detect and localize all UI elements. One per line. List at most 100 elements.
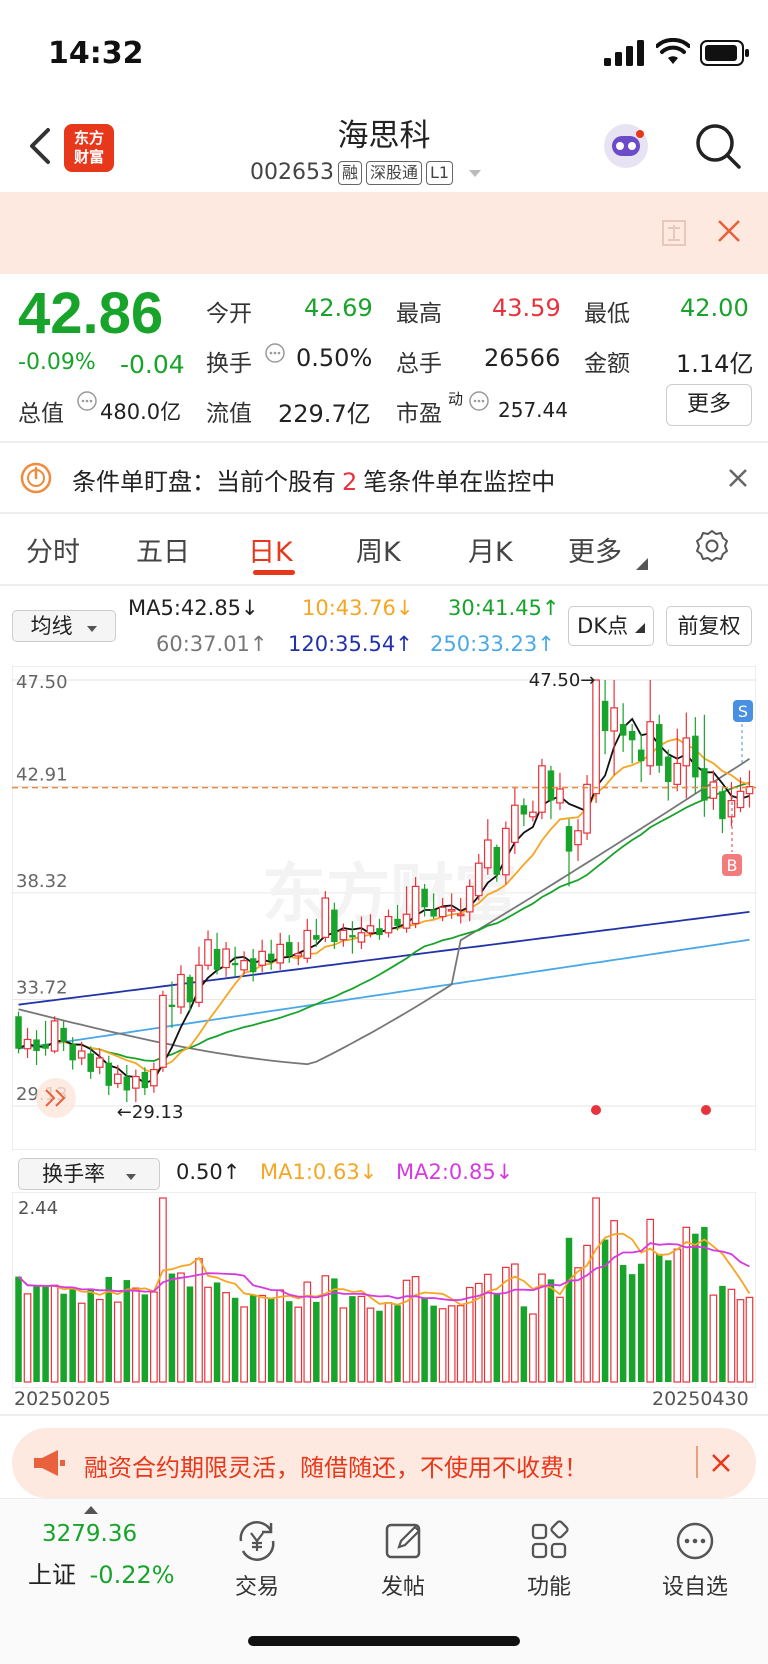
turnover-bar-chart[interactable]: 2.44 — [12, 1192, 756, 1388]
active-tab-indicator — [253, 570, 295, 575]
settings-gear-icon[interactable] — [694, 528, 730, 564]
candle-body — [665, 756, 672, 783]
close-banner-icon[interactable] — [714, 216, 744, 246]
tab-intraday[interactable]: 分时 — [26, 530, 80, 569]
tab-daily-k[interactable]: 日K — [248, 530, 293, 569]
turnover-bar — [692, 1233, 699, 1382]
candle-body — [150, 1068, 158, 1087]
turnover-bar — [87, 1288, 94, 1382]
tab-five-day[interactable]: 五日 — [136, 530, 190, 569]
candle — [501, 821, 510, 885]
info-dots-icon[interactable] — [468, 390, 490, 412]
candle-body — [655, 724, 663, 766]
expand-chevron-icon[interactable] — [36, 1078, 76, 1118]
float-value: 229.7亿 — [278, 400, 371, 428]
turnover-bar — [637, 1263, 645, 1382]
robot-assistant-icon[interactable] — [600, 120, 652, 172]
high-label: 最高 — [396, 301, 442, 327]
candle-body — [87, 1053, 94, 1072]
clock-target-icon — [20, 462, 52, 494]
turnover-bar — [592, 1197, 600, 1383]
indicator-selector[interactable]: 换手率 — [18, 1158, 160, 1190]
turnover-bar — [267, 1297, 275, 1382]
turnover-bar — [95, 1298, 104, 1383]
amount-value: 1.14亿 — [676, 350, 754, 378]
turnover-bar — [50, 1284, 59, 1383]
start-date: 20250205 — [14, 1388, 111, 1410]
candle-body — [213, 949, 221, 970]
tab-functions[interactable]: 功能 — [494, 1519, 604, 1601]
turnover-bar — [357, 1295, 366, 1383]
close-condition-icon[interactable] — [726, 466, 750, 490]
more-quote-button[interactable]: 更多 — [666, 384, 752, 426]
candle-body — [249, 958, 257, 973]
candlestick-chart[interactable]: 东方财富 47.5042.9138.3233.7229.13 47.50→ ←2… — [12, 666, 756, 1150]
tag-margin: 融 — [337, 160, 362, 185]
info-dots-icon[interactable] — [76, 390, 98, 412]
turnover-bar — [673, 1248, 682, 1383]
index-change: -0.22% — [89, 1561, 175, 1589]
turnover-bar — [529, 1313, 537, 1383]
candle-body — [430, 909, 437, 917]
candle-body — [682, 737, 691, 767]
promo-banner-bottom[interactable]: 融资合约期限灵活，随借随还，不使用不收费！ — [12, 1428, 756, 1498]
turnover-bar — [15, 1276, 22, 1382]
candle — [50, 1016, 59, 1054]
amount-label: 金额 — [584, 351, 630, 377]
dropdown-triangle-icon — [87, 626, 98, 632]
condition-order-bar[interactable]: 条件单盯盘：当前个股有 2 笔条件单在监控中 — [0, 444, 768, 512]
candle-body — [547, 770, 555, 801]
candle-body — [303, 929, 312, 959]
turnover-bar — [709, 1294, 718, 1383]
index-value[interactable]: 3279.36 — [42, 1521, 137, 1547]
high-value: 43.59 — [492, 294, 561, 322]
stock-code: 002653 — [250, 160, 334, 185]
candle — [592, 679, 600, 803]
turnover-bar — [159, 1197, 167, 1383]
turnover-bar — [168, 1273, 176, 1382]
megaphone-icon — [34, 1450, 65, 1476]
edit-post-icon — [385, 1523, 421, 1559]
candle-body — [556, 788, 564, 804]
pe-sup: 动 — [448, 390, 464, 408]
change-pct: -0.09% — [18, 350, 96, 375]
ma120-value: 120:35.54↑ — [288, 632, 413, 656]
candle-body — [574, 830, 582, 846]
condition-suffix: 笔条件单在监控中 — [363, 468, 556, 496]
candle-body — [727, 799, 736, 818]
adjust-button[interactable]: 前复权 — [666, 606, 752, 646]
candle-body — [719, 791, 726, 820]
tab-trade[interactable]: 交易 — [202, 1519, 312, 1601]
tab-post[interactable]: 发帖 — [348, 1519, 458, 1601]
search-icon[interactable] — [692, 120, 744, 172]
turnover-bar — [204, 1286, 212, 1383]
close-promo-icon[interactable] — [710, 1452, 732, 1474]
tab-monthly-k[interactable]: 月K — [468, 530, 513, 569]
turnover-bar — [231, 1297, 239, 1382]
y-tick-label: 42.91 — [16, 764, 68, 785]
turnover-bar — [511, 1263, 519, 1383]
tab-more[interactable]: 更多 — [568, 530, 622, 569]
turnover-bar — [736, 1299, 745, 1383]
candle-body — [692, 735, 699, 778]
candle-body — [77, 1050, 86, 1059]
status-time: 14:32 — [48, 36, 144, 71]
low-value: 42.00 — [680, 294, 749, 322]
tab-weekly-k[interactable]: 周K — [356, 530, 401, 569]
turnover-bar — [421, 1297, 428, 1382]
up-arrow-icon — [84, 1506, 98, 1514]
stock-code-line[interactable]: 002653 融 深股通 L1 — [250, 160, 483, 185]
tab-custom-watchlist[interactable]: 设自选 — [640, 1519, 750, 1601]
y-tick-label: 33.72 — [16, 978, 68, 999]
dropdown-triangle-icon — [469, 169, 482, 177]
info-dots-icon[interactable] — [264, 342, 286, 364]
status-bar: 14:32 — [0, 0, 768, 100]
candle-body — [159, 994, 167, 1068]
candle — [321, 891, 330, 943]
ma-selector[interactable]: 均线 — [12, 610, 116, 642]
dk-point-button[interactable]: DK点 — [568, 606, 654, 646]
candle-body — [646, 721, 655, 767]
candle-body — [141, 1071, 149, 1089]
turnover-bar — [69, 1289, 76, 1382]
candle-body — [565, 826, 573, 852]
